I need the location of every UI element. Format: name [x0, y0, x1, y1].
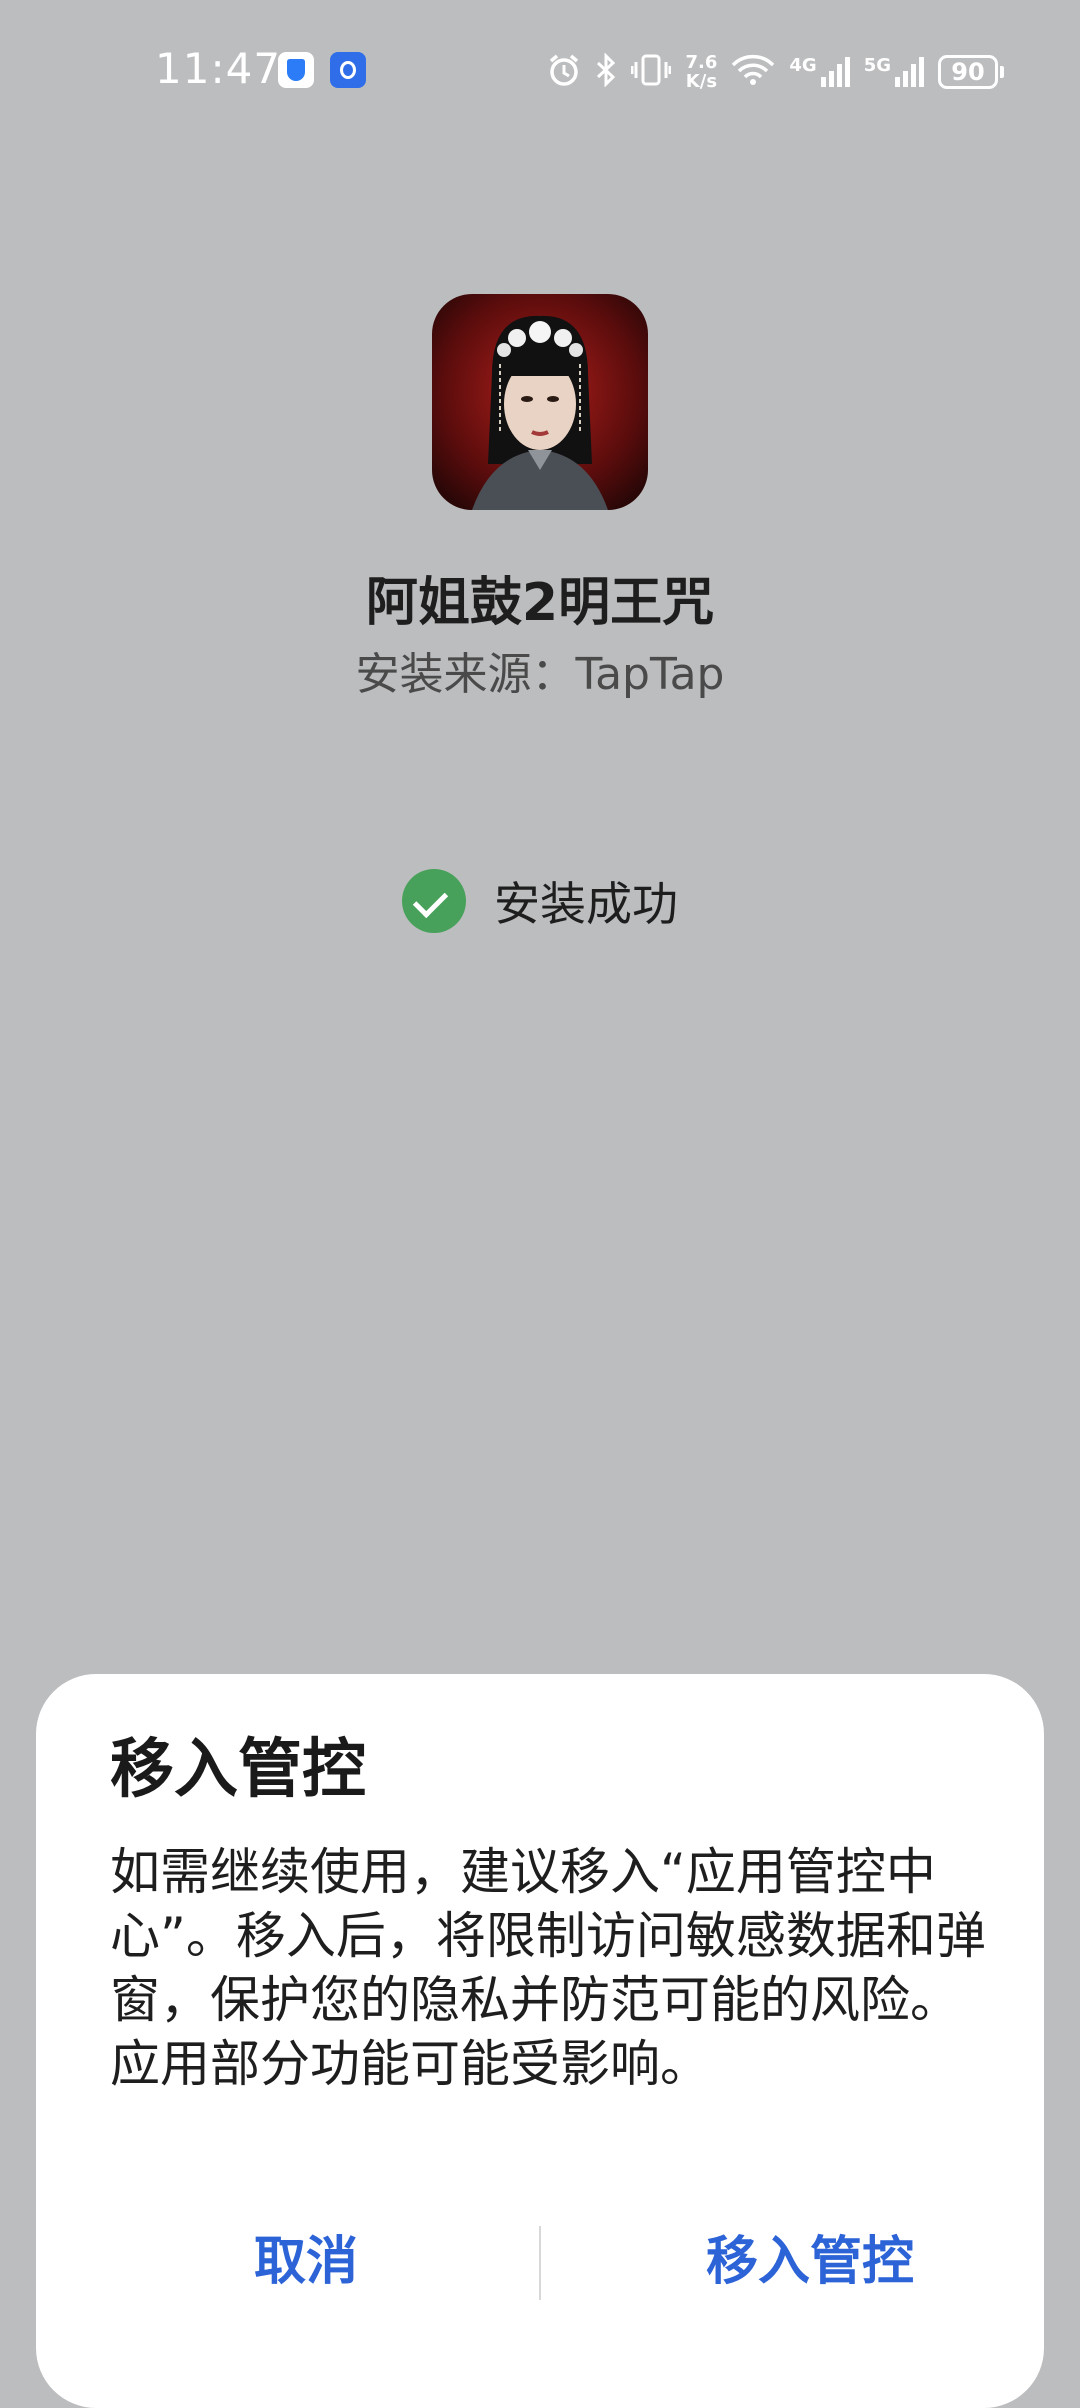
battery-level: 90	[938, 55, 998, 89]
install-status: 安装成功	[0, 868, 1080, 934]
dialog-title: 移入管控	[110, 1733, 366, 1807]
move-to-control-button[interactable]: 移入管控	[540, 2214, 1080, 2310]
shield-icon	[278, 52, 314, 88]
net-speed-unit: K/s	[685, 71, 718, 92]
battery-icon: 90	[938, 55, 1004, 89]
signal-5g-label: 5G	[863, 55, 891, 76]
signal-4g-label: 4G	[789, 55, 817, 76]
signal-4g-icon: 4G	[789, 55, 850, 87]
alarm-icon	[547, 53, 581, 92]
install-source: 安装来源：TapTap	[355, 649, 725, 700]
net-speed-value: 7.6	[685, 52, 718, 73]
app-notification-icon	[330, 52, 366, 88]
vibrate-icon	[630, 54, 672, 91]
bluetooth-icon	[595, 51, 617, 92]
app-name: 阿姐鼓2明王咒	[365, 573, 715, 633]
net-speed: 7.6 K/s	[685, 53, 717, 91]
dialog-message: 如需继续使用，建议移入“应用管控中心”。移入后，将限制访问敏感数据和弹窗，保护您…	[110, 1843, 986, 2093]
install-status-text: 安装成功	[494, 877, 678, 931]
status-bar: 11:47 7.6 K/s 4G 5G 90	[0, 0, 1080, 140]
status-time: 11:47	[155, 44, 282, 93]
app-icon	[432, 294, 648, 510]
check-circle-icon	[402, 869, 466, 933]
status-icons: 7.6 K/s 4G 5G 90	[547, 44, 1004, 100]
wifi-icon	[731, 54, 775, 91]
move-to-control-dialog: 移入管控 如需继续使用，建议移入“应用管控中心”。移入后，将限制访问敏感数据和弹…	[36, 1674, 1044, 2408]
cancel-button[interactable]: 取消	[36, 2214, 576, 2310]
signal-5g-icon: 5G	[864, 57, 924, 87]
